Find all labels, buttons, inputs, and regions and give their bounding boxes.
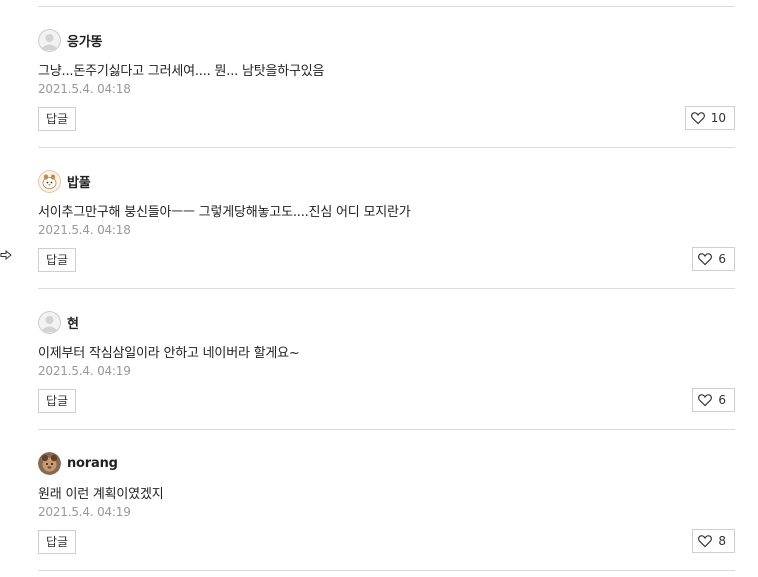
comment-timestamp: 2021.5.4. 04:18: [38, 223, 131, 237]
like-count: 10: [710, 111, 726, 125]
comment-list: 응가똥 그냥...돈주기싫다고 그러세여.... 뭔... 남탓을하구있음 20…: [38, 6, 735, 571]
heart-icon: [698, 253, 713, 266]
default-avatar-icon[interactable]: [38, 28, 61, 52]
heart-icon: [698, 394, 713, 407]
photo-avatar-icon[interactable]: [38, 451, 61, 475]
arrow-right-icon: [0, 249, 12, 261]
divider: [38, 570, 735, 571]
like-button[interactable]: 8: [692, 529, 735, 553]
like-button[interactable]: 6: [692, 388, 735, 412]
comment-item: 현 이제부터 작심삼일이라 안하고 네이버라 할게요~ 2021.5.4. 04…: [38, 289, 735, 429]
like-count: 6: [718, 393, 726, 407]
like-count: 8: [718, 534, 726, 548]
comment-text: 그냥...돈주기싫다고 그러세여.... 뭔... 남탓을하구있음: [38, 64, 325, 79]
character-avatar-icon[interactable]: [38, 169, 61, 193]
comment-item: norang 원래 이런 계획이였겠지 2021.5.4. 04:19 답글 8: [38, 430, 735, 570]
like-count: 6: [718, 252, 726, 266]
reply-button[interactable]: 답글: [38, 248, 77, 272]
author-name[interactable]: 현: [67, 313, 79, 332]
heart-icon: [690, 112, 705, 125]
author-name[interactable]: 응가똥: [67, 31, 102, 50]
author-row: 응가똥: [38, 28, 102, 52]
reply-button[interactable]: 답글: [38, 107, 77, 131]
heart-icon: [698, 535, 713, 548]
like-button[interactable]: 6: [692, 247, 735, 271]
author-row: norang: [38, 451, 118, 475]
default-avatar-icon[interactable]: [38, 310, 61, 334]
author-row: 밥풀: [38, 169, 91, 193]
reply-button[interactable]: 답글: [38, 389, 77, 413]
comment-timestamp: 2021.5.4. 04:19: [38, 505, 131, 519]
reply-button[interactable]: 답글: [38, 530, 77, 554]
author-name[interactable]: 밥풀: [67, 172, 91, 191]
comment-timestamp: 2021.5.4. 04:18: [38, 82, 131, 96]
comment-text: 원래 이런 계획이였겠지: [38, 487, 164, 502]
author-name[interactable]: norang: [67, 456, 118, 471]
comment-item: 응가똥 그냥...돈주기싫다고 그러세여.... 뭔... 남탓을하구있음 20…: [38, 7, 735, 147]
comment-text: 이제부터 작심삼일이라 안하고 네이버라 할게요~: [38, 346, 300, 361]
comment-page: 응가똥 그냥...돈주기싫다고 그러세여.... 뭔... 남탓을하구있음 20…: [0, 0, 758, 577]
comment-item: 밥풀 서이추그만구해 붕신들아ㅡㅡ 그렇게당해놓고도....진심 어디 모지란가…: [38, 148, 735, 288]
comment-text: 서이추그만구해 붕신들아ㅡㅡ 그렇게당해놓고도....진심 어디 모지란가: [38, 205, 411, 220]
author-row: 현: [38, 310, 79, 334]
comment-timestamp: 2021.5.4. 04:19: [38, 364, 131, 378]
like-button[interactable]: 10: [684, 106, 735, 130]
